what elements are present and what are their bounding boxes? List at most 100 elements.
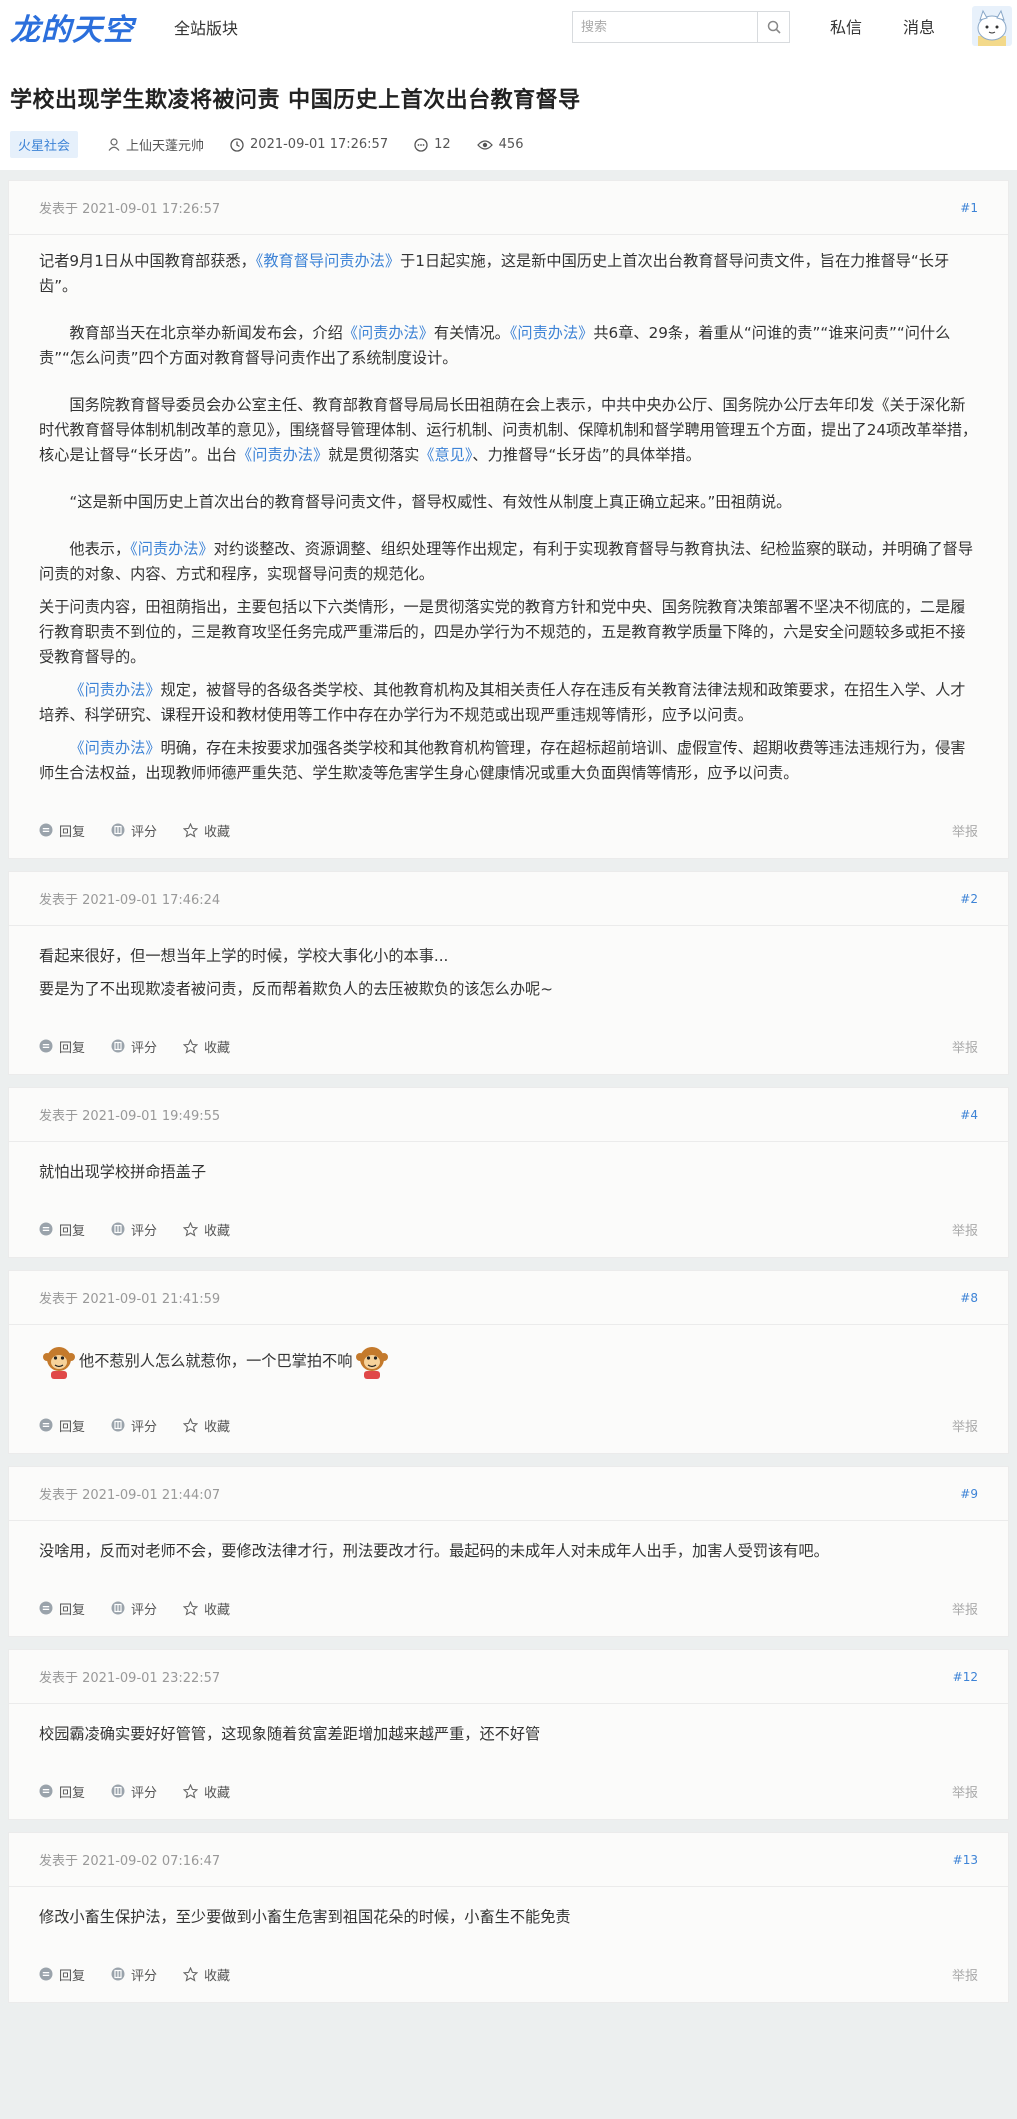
post: 发表于 2021-09-01 23:22:57 #12 校园霸凌确实要好好管管，… xyxy=(8,1649,1009,1820)
paragraph: 校园霸凌确实要好好管管，这现象随着贫富差距增加越来越严重，还不好管 xyxy=(39,1725,541,1743)
rate-button[interactable]: 评分 xyxy=(111,1599,157,1618)
favorite-button[interactable]: 收藏 xyxy=(183,821,230,840)
post-actions: 回复 评分 收藏 举报 xyxy=(9,1580,1008,1636)
monkey-emoji-icon xyxy=(43,1347,75,1379)
post: 发表于 2021-09-02 07:16:47 #13 修改小畜生保护法，至少要… xyxy=(8,1832,1009,2003)
search-button[interactable] xyxy=(757,12,789,42)
paragraph: 《问责办法》明确，存在未按要求加强各类学校和其他教育机构管理，存在超标超前培训、… xyxy=(39,739,966,782)
reply-button[interactable]: 回复 xyxy=(39,1037,85,1056)
post-actions: 回复 评分 收藏 举报 xyxy=(9,1946,1008,2002)
report-button[interactable]: 举报 xyxy=(952,1416,978,1435)
user-avatar[interactable] xyxy=(972,6,1012,46)
post-header: 发表于 2021-09-01 17:46:24 #2 xyxy=(9,872,1008,926)
reply-button[interactable]: 回复 xyxy=(39,1965,85,1984)
doc-link[interactable]: 《问责办法》 xyxy=(237,446,328,464)
post-header: 发表于 2021-09-01 19:49:55 #4 xyxy=(9,1088,1008,1142)
floor-number[interactable]: #1 xyxy=(960,201,978,215)
reply-button[interactable]: 回复 xyxy=(39,1599,85,1618)
rate-icon xyxy=(111,1222,125,1236)
favorite-button[interactable]: 收藏 xyxy=(183,1220,230,1239)
doc-link[interactable]: 《问责办法》 xyxy=(510,324,594,342)
star-icon xyxy=(183,822,199,838)
reply-button[interactable]: 回复 xyxy=(39,1782,85,1801)
post-header: 发表于 2021-09-02 07:16:47 #13 xyxy=(9,1833,1008,1887)
floor-number[interactable]: #2 xyxy=(960,892,978,906)
post-header: 发表于 2021-09-01 23:22:57 #12 xyxy=(9,1650,1008,1704)
rate-icon xyxy=(111,1039,125,1053)
floor-number[interactable]: #13 xyxy=(953,1853,978,1867)
doc-link[interactable]: 《问责办法》 xyxy=(343,324,434,342)
star-icon xyxy=(183,1417,199,1433)
thread-meta: 火星社会 上仙天蓬元帅 2021-09-01 17:26:57 12 456 xyxy=(10,131,1007,158)
thread-title: 学校出现学生欺凌将被问责 中国历史上首次出台教育督导 xyxy=(10,88,581,113)
post: 发表于 2021-09-01 17:46:24 #2 看起来很好，但一想当年上学… xyxy=(8,871,1009,1075)
report-button[interactable]: 举报 xyxy=(952,1599,978,1618)
post-time: 发表于 2021-09-01 21:44:07 xyxy=(39,1488,221,1503)
favorite-button[interactable]: 收藏 xyxy=(183,1965,230,1984)
rate-button[interactable]: 评分 xyxy=(111,1782,157,1801)
thread-datetime: 2021-09-01 17:26:57 xyxy=(230,137,388,152)
paragraph: “这是新中国历史上首次出台的教育督导问责文件，督导权威性、有效性从制度上真正确立… xyxy=(69,493,792,511)
rate-icon xyxy=(111,1967,125,1981)
favorite-button[interactable]: 收藏 xyxy=(183,1416,230,1435)
top-bar: 龙的天空 全站版块 私信 消息 xyxy=(0,0,1017,54)
star-icon xyxy=(183,1783,199,1799)
rate-button[interactable]: 评分 xyxy=(111,821,157,840)
star-icon xyxy=(183,1600,199,1616)
post-time: 发表于 2021-09-01 17:26:57 xyxy=(39,202,221,217)
reply-button[interactable]: 回复 xyxy=(39,1220,85,1239)
floor-number[interactable]: #12 xyxy=(953,1670,978,1684)
star-icon xyxy=(183,1221,199,1237)
search-input[interactable] xyxy=(573,12,758,42)
post-content: 他不惹别人怎么就惹你，一个巴掌拍不响 xyxy=(9,1325,1008,1397)
private-message-link[interactable]: 私信 xyxy=(830,14,862,38)
report-button[interactable]: 举报 xyxy=(952,1220,978,1239)
floor-number[interactable]: #8 xyxy=(960,1291,978,1305)
board-tag[interactable]: 火星社会 xyxy=(10,131,79,158)
rate-button[interactable]: 评分 xyxy=(111,1037,157,1056)
doc-link[interactable]: 《问责办法》 xyxy=(69,681,160,699)
report-button[interactable]: 举报 xyxy=(952,1782,978,1801)
report-button[interactable]: 举报 xyxy=(952,1037,978,1056)
doc-link[interactable]: 《意见》 xyxy=(419,446,472,464)
favorite-button[interactable]: 收藏 xyxy=(183,1599,230,1618)
post-header: 发表于 2021-09-01 17:26:57 #1 xyxy=(9,181,1008,235)
paragraph: 没啥用，反而对老师不会，要修改法律才行，刑法要改才行。最起码的未成年人对未成年人… xyxy=(39,1542,829,1560)
post-actions: 回复 评分 收藏 举报 xyxy=(9,1018,1008,1074)
doc-link[interactable]: 《问责办法》 xyxy=(130,540,214,558)
reply-icon xyxy=(39,1222,53,1236)
reply-button[interactable]: 回复 xyxy=(39,821,85,840)
doc-link[interactable]: 《教育督导问责办法》 xyxy=(256,252,400,270)
rate-button[interactable]: 评分 xyxy=(111,1965,157,1984)
star-icon xyxy=(183,1966,199,1982)
rate-icon xyxy=(111,1601,125,1615)
floor-number[interactable]: #4 xyxy=(960,1108,978,1122)
report-button[interactable]: 举报 xyxy=(952,821,978,840)
report-button[interactable]: 举报 xyxy=(952,1965,978,1984)
reply-button[interactable]: 回复 xyxy=(39,1416,85,1435)
rate-icon xyxy=(111,1784,125,1798)
clock-icon xyxy=(230,137,244,152)
paragraph: 看起来很好，但一想当年上学的时候，学校大事化小的本事... xyxy=(39,947,449,965)
floor-number[interactable]: #9 xyxy=(960,1487,978,1501)
favorite-button[interactable]: 收藏 xyxy=(183,1037,230,1056)
favorite-button[interactable]: 收藏 xyxy=(183,1782,230,1801)
comment-icon xyxy=(414,137,428,152)
nav-all-boards[interactable]: 全站版块 xyxy=(174,15,238,39)
doc-link[interactable]: 《问责办法》 xyxy=(69,739,160,757)
post: 发表于 2021-09-01 19:49:55 #4 就怕出现学校拼命捂盖子 回… xyxy=(8,1087,1009,1258)
rate-button[interactable]: 评分 xyxy=(111,1220,157,1239)
post-actions: 回复 评分 收藏 举报 xyxy=(9,1201,1008,1257)
rate-button[interactable]: 评分 xyxy=(111,1416,157,1435)
post-content: 没啥用，反而对老师不会，要修改法律才行，刑法要改才行。最起码的未成年人对未成年人… xyxy=(9,1521,1008,1580)
post-content: 看起来很好，但一想当年上学的时候，学校大事化小的本事... 要是为了不出现欺凌者… xyxy=(9,926,1008,1018)
post: 发表于 2021-09-01 21:44:07 #9 没啥用，反而对老师不会，要… xyxy=(8,1466,1009,1637)
reply-icon xyxy=(39,823,53,837)
search-icon xyxy=(767,20,781,34)
messages-link[interactable]: 消息 xyxy=(903,14,935,38)
post-content: 记者9月1日从中国教育部获悉，《教育督导问责办法》于1日起实施，这是新中国历史上… xyxy=(9,235,1008,802)
site-logo[interactable]: 龙的天空 xyxy=(10,5,134,49)
thread-author[interactable]: 上仙天蓬元帅 xyxy=(108,135,204,154)
post-time: 发表于 2021-09-01 17:46:24 xyxy=(39,893,221,908)
thread-header: 学校出现学生欺凌将被问责 中国历史上首次出台教育督导 火星社会 上仙天蓬元帅 2… xyxy=(0,54,1017,180)
